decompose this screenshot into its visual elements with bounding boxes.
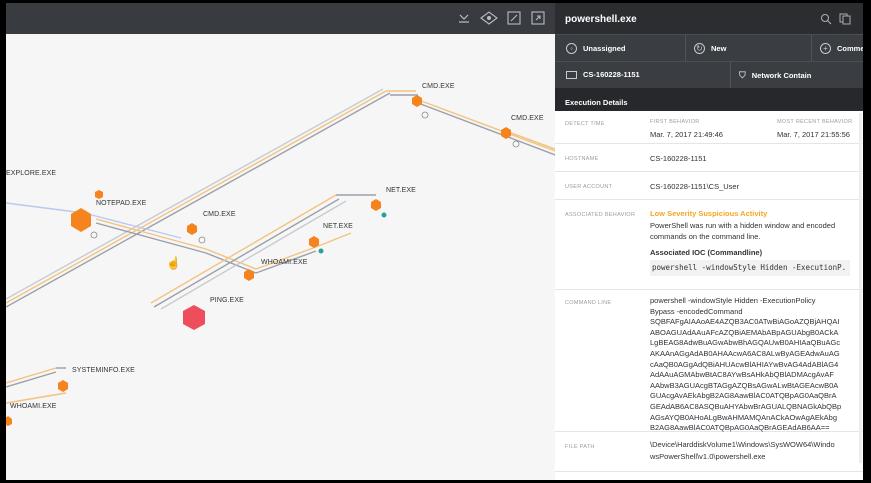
tab-label: Execution Details (565, 98, 628, 107)
most-recent-behavior: MOST RECENT BEHAVIOR Mar. 7, 2017 21:55:… (777, 117, 852, 140)
hostname-row: HOSTNAME CS-160228-1151 (555, 144, 863, 172)
node-label[interactable]: NET.EXE (323, 223, 353, 230)
details-scrollbar[interactable] (859, 113, 862, 463)
file-path-line: wsPowerShell\v1.0\powershell.exe (650, 451, 766, 461)
comment-button[interactable]: + Comme (820, 43, 863, 54)
detail-panel: powershell.exe ◦ Unassigned ↻ New + Comm… (555, 3, 863, 480)
cmd-line: AKAAnAGgAdAB0AHAAcwA6AC8ALwByAGEAdwAuAG (650, 348, 840, 358)
shield-icon: ⛉ (739, 70, 746, 80)
panel-header: powershell.exe (555, 3, 863, 34)
first-behavior-label: FIRST BEHAVIOR (650, 119, 700, 125)
ioc-value[interactable]: powershell -windowStyle Hidden -Executio… (650, 260, 850, 276)
cmd-line: Bypass -encodedCommand (650, 306, 743, 316)
command-line-row: COMMAND LINE powershell -windowStyle Hid… (555, 290, 863, 432)
unassigned-label: Unassigned (583, 44, 626, 53)
divider (730, 62, 731, 88)
cmd-line: cAaQB0AGgAdQBiAHUAcwBlAHIAYwBvAG4AdABlAG… (650, 359, 839, 369)
hand-cursor-icon: ☝ (166, 256, 181, 270)
command-line-label: COMMAND LINE (565, 300, 612, 306)
command-line-value[interactable]: powershell -windowStyle Hidden -Executio… (650, 296, 860, 434)
cmd-line: GEAdAB6AC8ASQBuAHYAbwBrAGUALQBNAGkAbQBp (650, 401, 842, 411)
user-icon: ◦ (566, 43, 577, 54)
tab-execution-details[interactable]: Execution Details (555, 88, 863, 111)
node-label[interactable]: PING.EXE (210, 297, 244, 304)
search-icon[interactable] (820, 12, 832, 25)
cmd-line: AGsAYQB0AHoALgBwAHMAMQAnACkAOwAgAEkAbg (650, 412, 838, 422)
cmd-line: AdAAuAGMAbwBtAC8AYwBsAHkAbQBlADMAcgAvAF (650, 370, 834, 380)
most-recent-label: MOST RECENT BEHAVIOR (777, 119, 853, 125)
cmd-line: SQBFAFgAIAAoAE4AZQB3AC0ATwBiAGoAZQBjAHQA… (650, 317, 840, 327)
plus-icon: + (820, 43, 831, 54)
file-path-value[interactable]: \Device\HarddiskVolume1\Windows\SysWOW64… (650, 439, 860, 462)
first-behavior-value: Mar. 7, 2017 21:49:46 (650, 129, 723, 139)
detect-time-row: DETECT TIME FIRST BEHAVIOR Mar. 7, 2017 … (555, 111, 863, 144)
node-label[interactable]: SYSTEMINFO.EXE (72, 367, 135, 374)
user-account-row: USER ACCOUNT CS-160228-1151\CS_User (555, 172, 863, 200)
comment-label: Comme (837, 44, 863, 53)
file-path-line: \Device\HarddiskVolume1\Windows\SysWOW64… (650, 440, 835, 449)
ioc-label: Associated IOC (Commandline) (650, 247, 763, 257)
cmd-line: ABOAGUAdAAuAFcAZQBiAEMAbABpAGUAbgB0ACkA (650, 327, 839, 337)
panel-title: powershell.exe (565, 14, 637, 25)
expand-icon[interactable] (531, 11, 547, 27)
action-row-host: CS-160228-1151 ⛉ Network Contain (555, 61, 863, 88)
node-label[interactable]: NOTEPAD.EXE (96, 200, 146, 207)
network-contain-label: Network Contain (751, 71, 812, 80)
process-tree-graph[interactable]: CMD.EXE CMD.EXE EXPLORE.EXE NOTEPAD.EXE … (6, 3, 555, 480)
copy-icon[interactable] (839, 12, 851, 25)
app-frame: CMD.EXE CMD.EXE EXPLORE.EXE NOTEPAD.EXE … (6, 3, 863, 480)
node-label[interactable]: EXPLORE.EXE (6, 170, 56, 177)
hostname-label: HOSTNAME (565, 156, 599, 162)
divider (685, 35, 686, 61)
execution-details: DETECT TIME FIRST BEHAVIOR Mar. 7, 2017 … (555, 111, 863, 480)
node-label[interactable]: WHOAMI.EXE (261, 259, 308, 266)
file-path-label: FILE PATH (565, 444, 595, 450)
graph-edges (6, 88, 555, 426)
file-path-row: FILE PATH \Device\HarddiskVolume1\Window… (555, 432, 863, 472)
node-label[interactable]: CMD.EXE (422, 83, 455, 90)
unassigned-button[interactable]: ◦ Unassigned (566, 43, 626, 54)
graph-toolbar (6, 3, 555, 34)
monitor-icon (566, 70, 577, 79)
divider (811, 35, 812, 61)
node-label[interactable]: CMD.EXE (203, 211, 236, 218)
cmd-line: powershell -windowStyle Hidden -Executio… (650, 296, 816, 305)
status-label: New (711, 44, 727, 53)
host-label: CS-160228-1151 (583, 70, 640, 79)
host-button[interactable]: CS-160228-1151 (566, 70, 640, 79)
associated-behavior-row: ASSOCIATED BEHAVIOR Low Severity Suspici… (555, 200, 863, 290)
user-account-value: CS-160228-1151\CS_User (650, 182, 740, 191)
severity-text[interactable]: Low Severity Suspicious Activity (650, 208, 855, 220)
eye-icon[interactable] (480, 11, 498, 27)
fit-screen-icon[interactable] (507, 11, 523, 27)
cmd-line: LgBEAG8AdwBuAGwAbwBhAGQAUwB0AHIAaQBuAGc (650, 338, 841, 348)
cmd-line: AAbwB3AGUAcgBTAGgAZQBsAGwALwBtAGEAcwB0A (650, 380, 839, 390)
cmd-line: GUAcgAvAEkAbgB2AG8AawBlAC0ATQBpAG0AaQBrA (650, 391, 837, 401)
status-new-button[interactable]: ↻ New (694, 43, 726, 54)
node-label[interactable]: CMD.EXE (511, 115, 544, 122)
collapse-icon[interactable] (457, 11, 473, 27)
refresh-icon: ↻ (694, 43, 705, 54)
detect-time-label: DETECT TIME (565, 121, 605, 127)
associated-behavior-value: Low Severity Suspicious Activity PowerSh… (650, 208, 855, 276)
associated-behavior-label: ASSOCIATED BEHAVIOR (565, 212, 636, 218)
node-label[interactable]: WHOAMI.EXE (10, 403, 57, 410)
first-behavior: FIRST BEHAVIOR Mar. 7, 2017 21:49:46 (650, 117, 723, 140)
user-account-label: USER ACCOUNT (565, 184, 613, 190)
network-contain-button[interactable]: ⛉ Network Contain (739, 70, 811, 81)
node-label[interactable]: NET.EXE (386, 187, 416, 194)
action-row-status: ◦ Unassigned ↻ New + Comme (555, 34, 863, 61)
hostname-value: CS-160228-1151 (650, 154, 707, 163)
most-recent-value: Mar. 7, 2017 21:55:56 (777, 129, 850, 139)
behavior-description: PowerShell was run with a hidden window … (650, 220, 836, 242)
